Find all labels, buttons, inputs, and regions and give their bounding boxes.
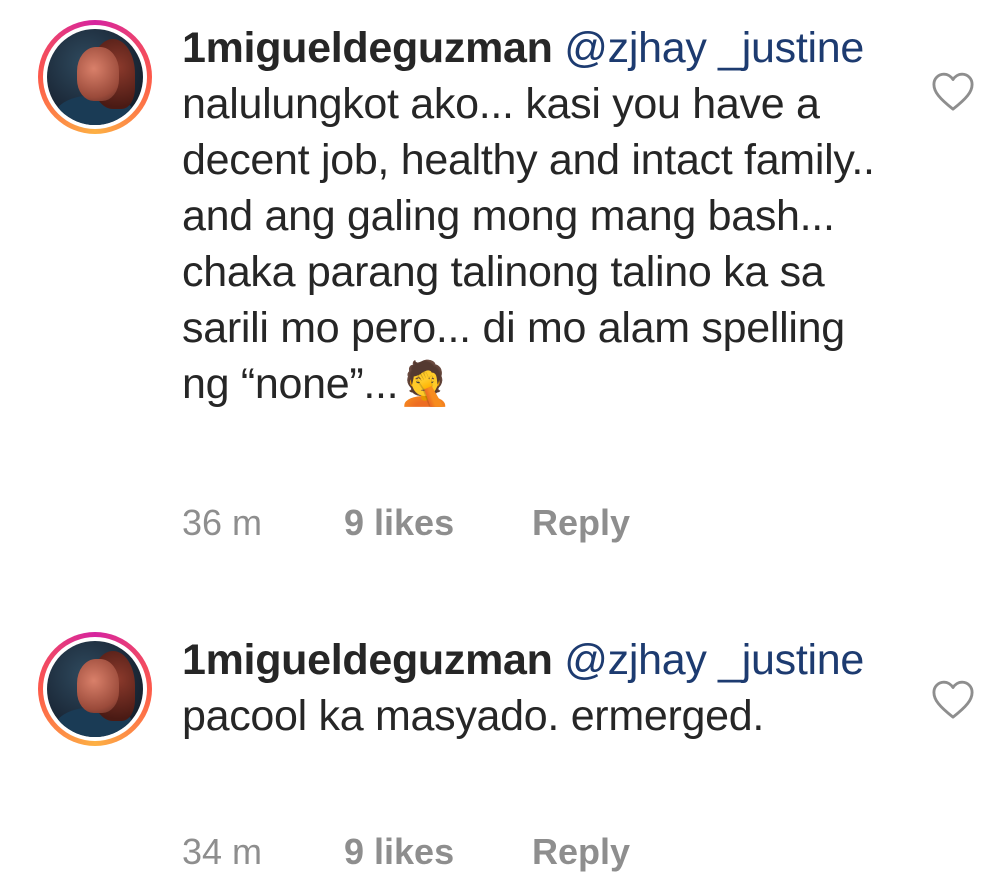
username-link[interactable]: 1migueldeguzman [182, 636, 553, 684]
avatar-story-ring[interactable] [38, 20, 152, 134]
likes-count-button[interactable]: 9 likes [344, 502, 532, 544]
username-link[interactable]: 1migueldeguzman [182, 24, 553, 72]
heart-outline-icon[interactable] [930, 70, 976, 112]
comment-text: 1migueldeguzman @zjhay _justine pacool k… [182, 632, 902, 744]
comment-meta: 36 m 9 likes Reply [182, 502, 630, 544]
comment-timestamp: 34 m [182, 831, 263, 872]
comment-body: nalulungkot ako... kasi you have a decen… [182, 80, 875, 408]
mention-link[interactable]: @zjhay _justine [564, 636, 864, 684]
avatar[interactable] [47, 641, 143, 737]
heart-outline-icon[interactable] [930, 678, 976, 720]
avatar[interactable] [47, 29, 143, 125]
reply-button[interactable]: Reply [532, 502, 630, 544]
mention-link[interactable]: @zjhay _justine [564, 24, 864, 72]
comment-timestamp: 36 m [182, 502, 263, 543]
emoji-glyph: 🤦 [398, 360, 452, 408]
reply-button[interactable]: Reply [532, 831, 630, 873]
avatar-story-ring[interactable] [38, 632, 152, 746]
comment-body: pacool ka masyado. ermerged. [182, 692, 764, 740]
likes-count-button[interactable]: 9 likes [344, 831, 532, 873]
comment-meta: 34 m 9 likes Reply [182, 831, 630, 873]
comment-text: 1migueldeguzman @zjhay _justine nalulung… [182, 20, 902, 412]
